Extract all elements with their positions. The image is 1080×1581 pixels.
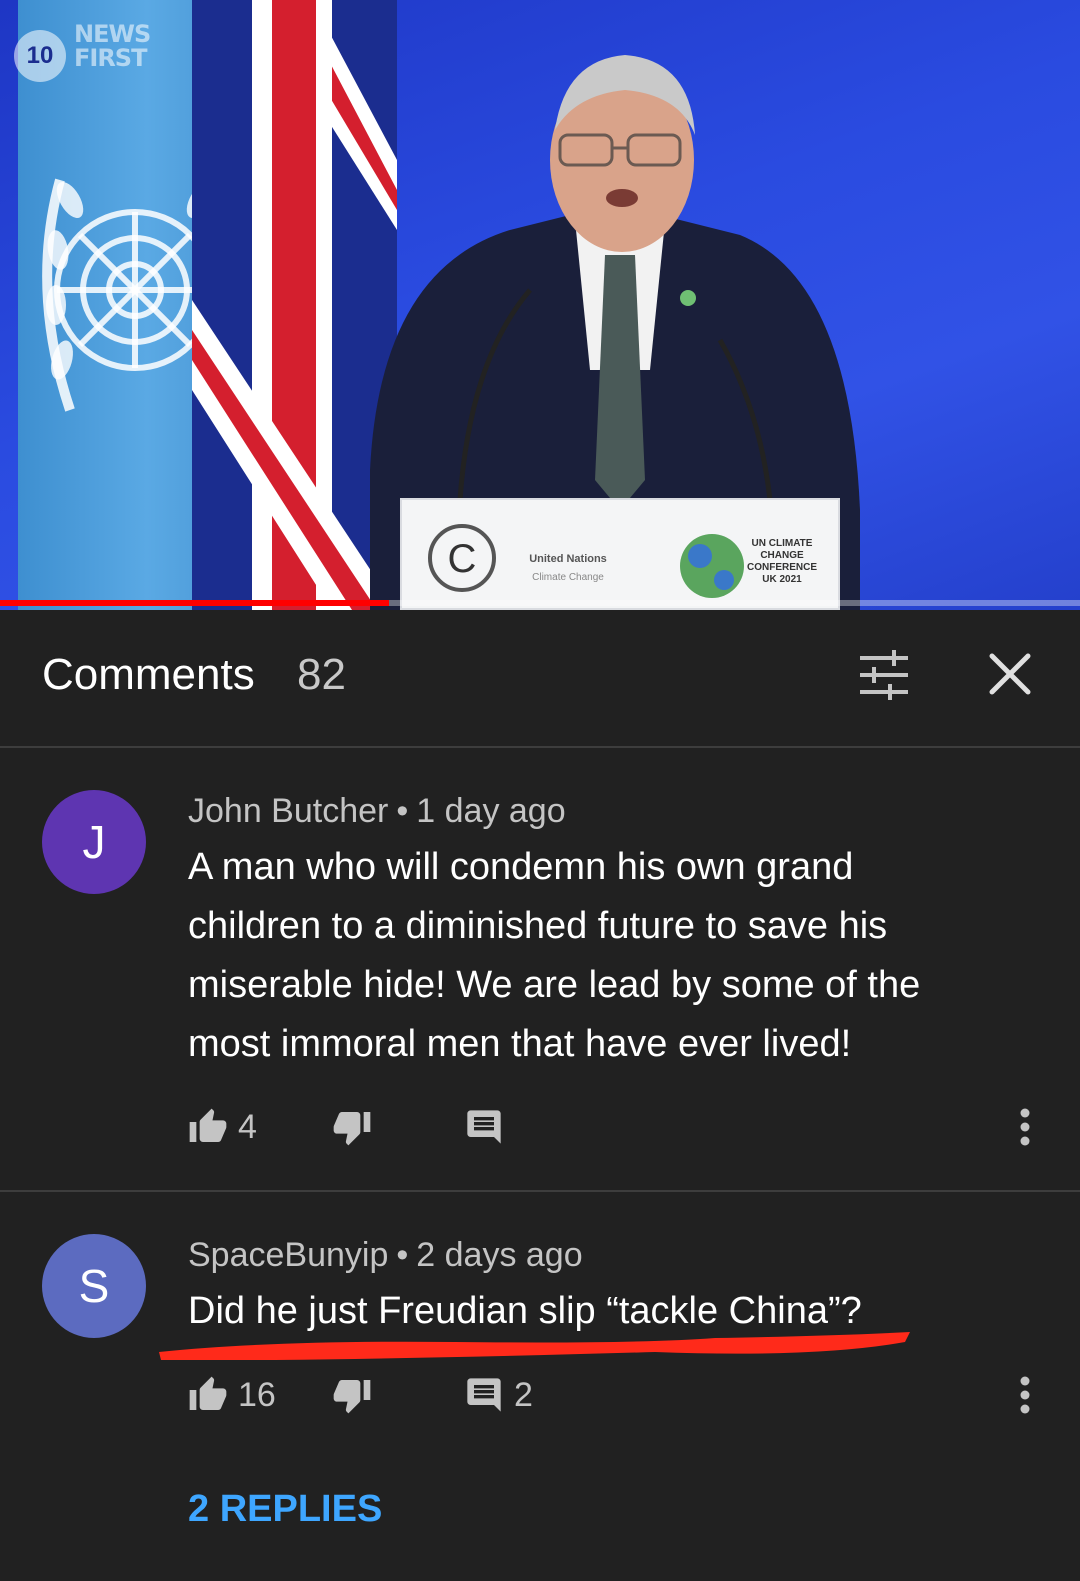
- channel-logo: 10 NEWS FIRST: [14, 16, 151, 82]
- comment-actions: 16 2: [188, 1370, 1048, 1420]
- more-options-button[interactable]: [1010, 1102, 1040, 1152]
- sort-filter-icon[interactable]: [858, 650, 910, 700]
- podium-conf-4: UK 2021: [762, 574, 802, 585]
- avatar[interactable]: S: [42, 1234, 146, 1338]
- thumbs-down-icon: [333, 1380, 371, 1414]
- comment-meta: SpaceBunyip • 2 days ago: [188, 1236, 583, 1275]
- podium: C United Nations Climate Change UN CLIMA…: [400, 498, 840, 610]
- avatar[interactable]: J: [42, 790, 146, 894]
- podium-conf-1: UN CLIMATE: [752, 538, 813, 549]
- podium-conf-2: CHANGE: [760, 550, 804, 561]
- more-vert-icon: [1020, 1376, 1030, 1414]
- channel-logo-line1: NEWS: [74, 20, 151, 48]
- like-button[interactable]: 16: [188, 1370, 276, 1420]
- comments-header: Comments 82: [0, 610, 1080, 748]
- channel-logo-badge: 10: [14, 30, 66, 82]
- comment-actions: 4: [188, 1102, 1048, 1152]
- comment-author[interactable]: John Butcher: [188, 792, 388, 830]
- like-count: 4: [238, 1107, 257, 1146]
- podium-conf-3: CONFERENCE: [747, 562, 817, 573]
- thumbs-up-icon: [189, 1376, 227, 1410]
- thumbs-up-icon: [189, 1108, 227, 1142]
- comment-meta: John Butcher • 1 day ago: [188, 792, 566, 831]
- video-player[interactable]: C United Nations Climate Change UN CLIMA…: [0, 0, 1080, 610]
- more-options-button[interactable]: [1010, 1370, 1040, 1420]
- comment-reply-icon: [467, 1378, 501, 1412]
- comment-time: 1 day ago: [416, 792, 566, 830]
- red-annotation-underline: [159, 1332, 910, 1360]
- comment-text: A man who will condemn his own grand chi…: [188, 846, 921, 1065]
- thumbs-down-icon: [333, 1112, 371, 1146]
- comment-item: S SpaceBunyip • 2 days ago Did he just Fre…: [0, 1192, 1080, 1581]
- reply-button[interactable]: 2: [464, 1370, 533, 1420]
- channel-logo-line2: FIRST: [74, 44, 147, 72]
- podium-c-logo: C: [448, 537, 477, 581]
- progress-bar-fill[interactable]: [0, 600, 389, 606]
- close-icon[interactable]: [984, 648, 1036, 700]
- meta-separator: •: [396, 1236, 409, 1274]
- meta-separator: •: [396, 792, 409, 830]
- like-button[interactable]: 4: [188, 1102, 257, 1152]
- podium-org-line2: Climate Change: [532, 572, 604, 583]
- comment-author[interactable]: SpaceBunyip: [188, 1236, 388, 1274]
- podium-org-line1: United Nations: [529, 553, 607, 565]
- like-count: 16: [238, 1375, 276, 1414]
- comment-time: 2 days ago: [416, 1236, 583, 1274]
- comments-title: Comments: [42, 650, 255, 699]
- view-replies-link[interactable]: 2 REPLIES: [188, 1488, 382, 1531]
- more-vert-icon: [1020, 1108, 1030, 1146]
- reply-count: 2: [514, 1375, 533, 1414]
- comment-reply-icon: [467, 1110, 501, 1144]
- dislike-button[interactable]: [332, 1370, 372, 1420]
- comment-item: J John Butcher • 1 day ago A man who will …: [0, 748, 1080, 1192]
- dislike-button[interactable]: [332, 1102, 372, 1152]
- reply-button[interactable]: [464, 1102, 504, 1152]
- comments-count: 82: [297, 650, 346, 699]
